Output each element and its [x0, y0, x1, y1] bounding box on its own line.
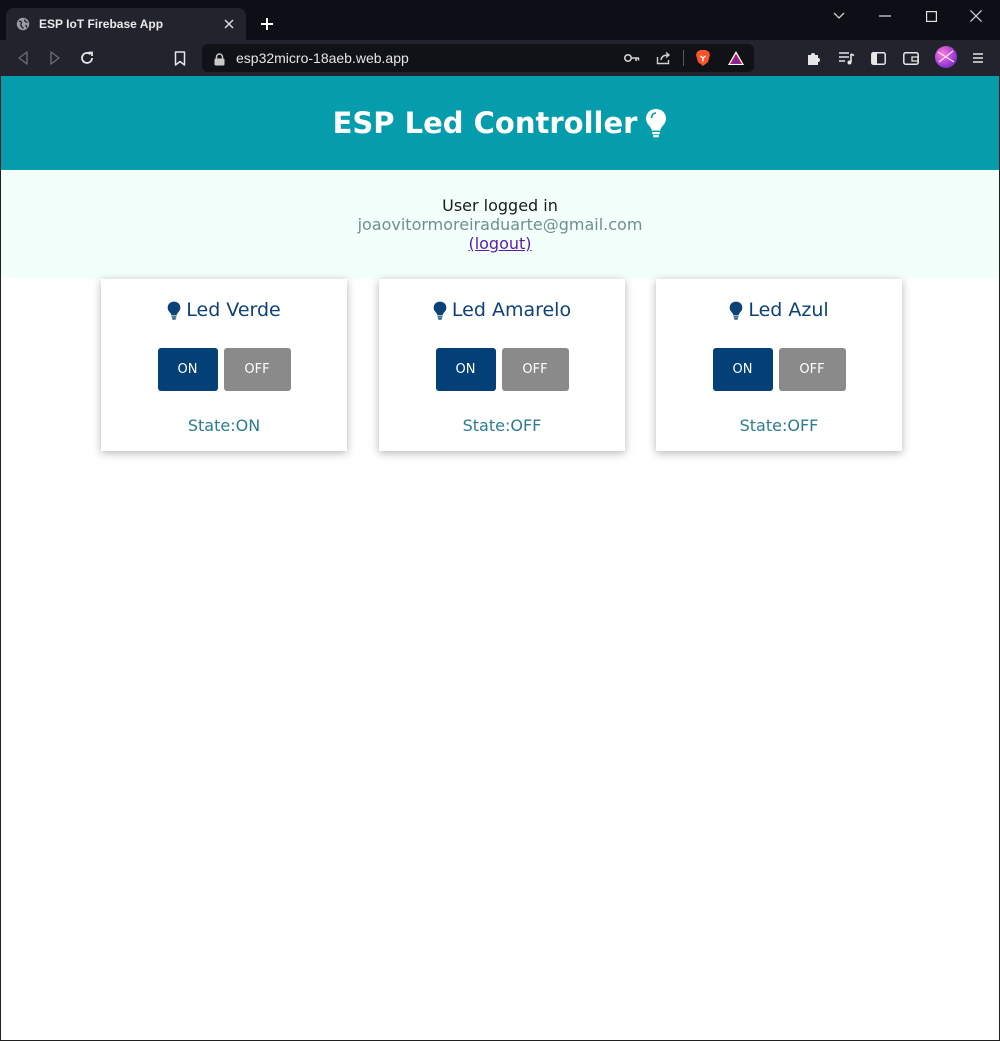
browser-tab[interactable]: ESP IoT Firebase App [6, 8, 246, 40]
minimize-icon[interactable] [875, 6, 895, 26]
state-label: State: [187, 416, 236, 435]
bookmark-icon[interactable] [170, 48, 190, 68]
card-title: Led Amarelo [379, 298, 625, 322]
new-tab-icon[interactable] [258, 15, 276, 33]
led-state: State:OFF [379, 416, 625, 435]
off-button[interactable]: OFF [223, 348, 291, 391]
card-title: Led Azul [656, 298, 902, 322]
back-icon[interactable] [13, 48, 33, 68]
led-state: State:OFF [656, 416, 902, 435]
playlist-icon[interactable] [836, 48, 856, 68]
web-page: ESP Led Controller User logged in joaovi… [0, 76, 1000, 1041]
lightbulb-icon [729, 301, 743, 320]
profile-avatar[interactable] [935, 46, 957, 68]
tab-title: ESP IoT Firebase App [39, 17, 164, 31]
brave-shields-icon[interactable] [694, 49, 712, 67]
state-value: OFF [787, 416, 819, 435]
url-text: esp32micro-18aeb.web.app [236, 50, 409, 66]
page-title: ESP Led Controller [332, 106, 638, 140]
browser-titlebar: ESP IoT Firebase App [0, 0, 1000, 40]
state-label: State: [739, 416, 788, 435]
lightbulb-icon [167, 301, 181, 320]
led-card-azul: Led Azul ON OFF State:OFF [656, 279, 902, 451]
card-title: Led Verde [101, 298, 347, 322]
off-button[interactable]: OFF [501, 348, 569, 391]
share-icon[interactable] [655, 49, 673, 67]
led-name: Led Verde [186, 299, 281, 321]
page-title-wrap: ESP Led Controller [333, 106, 668, 140]
led-state: State:ON [101, 416, 347, 435]
address-bar[interactable]: esp32micro-18aeb.web.app [202, 44, 754, 72]
login-status: User logged in [442, 196, 558, 215]
lightbulb-icon [645, 108, 667, 138]
led-name: Led Azul [748, 299, 829, 321]
lock-icon [214, 51, 225, 70]
state-value: OFF [510, 416, 542, 435]
logout-link[interactable]: (logout) [468, 234, 531, 253]
maximize-icon[interactable] [921, 6, 941, 26]
reload-icon[interactable] [77, 48, 97, 68]
page-header: ESP Led Controller [1, 76, 999, 170]
led-card-amarelo: Led Amarelo ON OFF State:OFF [379, 279, 625, 451]
extensions-icon[interactable] [804, 48, 824, 68]
led-card-verde: Led Verde ON OFF State:ON [101, 279, 347, 451]
button-group: ON OFF [379, 348, 625, 391]
sidebar-icon[interactable] [868, 48, 888, 68]
button-group: ON OFF [656, 348, 902, 391]
led-name: Led Amarelo [451, 299, 572, 321]
user-email: joaovitormoreiraduarte@gmail.com [357, 215, 643, 234]
close-window-icon[interactable] [966, 6, 986, 26]
forward-icon[interactable] [45, 48, 65, 68]
led-cards: Led Verde ON OFF State:ON Led Amarelo ON… [101, 279, 903, 451]
close-tab-icon[interactable] [222, 17, 236, 31]
omnibox-divider [683, 50, 684, 66]
on-button[interactable]: ON [157, 348, 218, 391]
brave-rewards-icon[interactable] [727, 49, 745, 67]
auth-bar: User logged in joaovitormoreiraduarte@gm… [1, 170, 999, 279]
lightbulb-icon [433, 301, 447, 320]
state-label: State: [462, 416, 511, 435]
key-icon[interactable] [623, 49, 641, 67]
tab-search-chevron-icon[interactable] [829, 6, 849, 26]
on-button[interactable]: ON [435, 348, 496, 391]
on-button[interactable]: ON [712, 348, 773, 391]
menu-icon[interactable] [968, 48, 988, 68]
state-value: ON [235, 416, 261, 435]
off-button[interactable]: OFF [778, 348, 846, 391]
wallet-icon[interactable] [901, 48, 921, 68]
button-group: ON OFF [101, 348, 347, 391]
globe-icon [16, 17, 30, 31]
browser-toolbar: esp32micro-18aeb.web.app [0, 40, 1000, 76]
